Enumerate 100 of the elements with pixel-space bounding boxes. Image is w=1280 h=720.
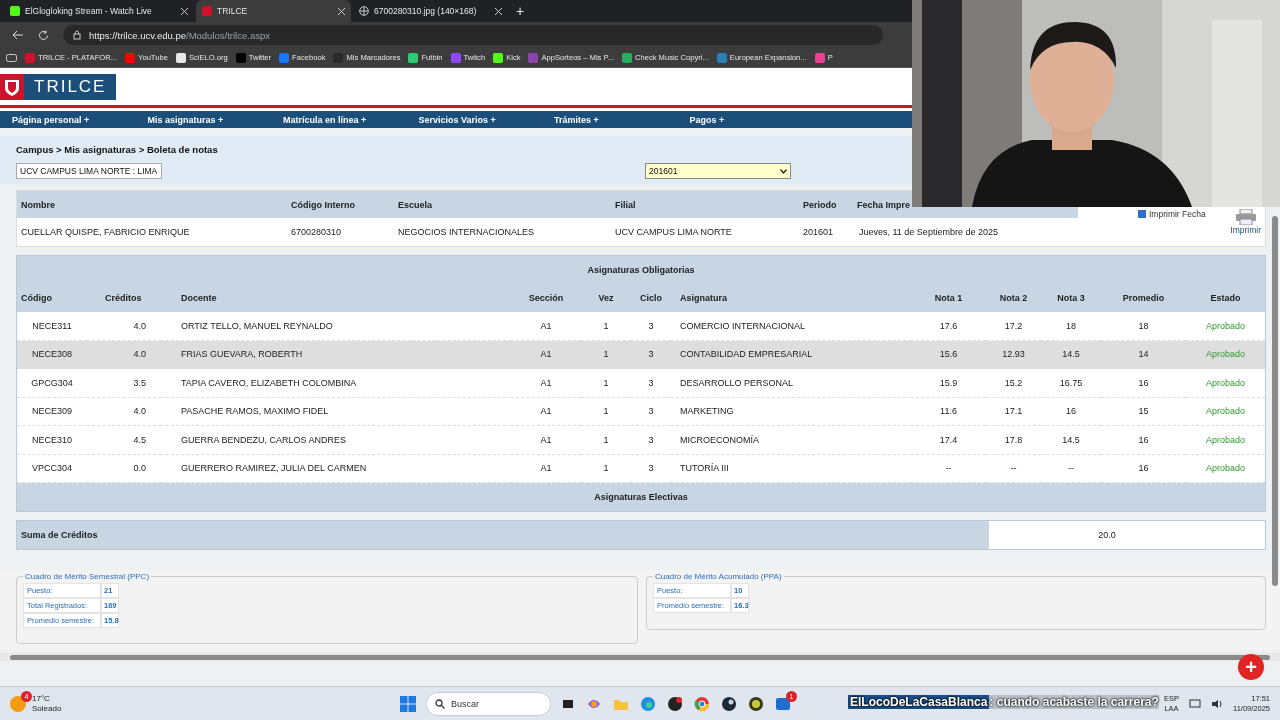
student-info-value: 6700280310 [290,226,343,239]
browser-tab[interactable]: TRILCE [196,0,351,22]
nav-menu-item[interactable]: Mis asignaturas + [147,114,283,125]
print-button[interactable]: Imprimir [1230,209,1261,235]
panel-legend: Cuadro de Mérito Acumulado (PPA) [653,572,784,581]
nav-menu-item[interactable]: Matrícula en línea + [283,114,419,125]
nav-menu-item[interactable]: Servicios Varios + [418,114,554,125]
column-header: Nota 3 [1056,292,1086,305]
credits-total-label: Suma de Créditos [17,521,989,549]
column-header: Vez [597,292,615,305]
attempt: 1 [581,369,631,398]
grade: -- [1041,454,1101,483]
app-icon[interactable] [667,695,683,712]
cycle: 3 [631,369,671,398]
column-header: Periodo [799,191,855,218]
new-tab-button[interactable]: + [510,0,540,22]
grade: 14.5 [1041,340,1101,369]
nav-menu-item[interactable]: Trámites + [554,114,690,125]
temperature: 17°C [32,693,51,704]
nav-menu-item[interactable]: Pagos + [689,114,825,125]
credits: 4.0 [87,312,161,341]
back-icon[interactable] [12,30,24,40]
section: A1 [511,426,581,455]
period-select[interactable]: 201601 [645,163,791,179]
checkbox[interactable] [1138,210,1146,218]
attempt: 1 [581,312,631,341]
network-icon[interactable] [1189,698,1201,709]
student-info-value: CUELLAR QUISPE, FABRICIO ENRIQUE [20,226,191,239]
grade: 12.93 [986,340,1041,369]
scrollbar-thumb[interactable] [10,654,1270,660]
search-field[interactable]: Buscar [426,691,551,716]
reload-icon[interactable] [38,29,49,41]
course-name: DESARROLLO PERSONAL [671,369,911,398]
grade: 15.6 [911,340,986,369]
print-date-checkbox[interactable]: Imprimir Fecha [1138,209,1206,219]
credits: 4.0 [87,397,161,426]
average: 18 [1101,312,1186,341]
search-icon [435,698,445,709]
credits-total-value: 20.0 [989,521,1265,549]
credits: 4.5 [87,426,161,455]
section: A1 [511,454,581,483]
app-icon[interactable] [748,695,764,712]
close-icon[interactable] [338,7,345,15]
cycle: 3 [631,454,671,483]
section-title: Asignaturas Obligatorias [586,264,696,277]
weather-icon[interactable] [10,695,26,712]
grade: 18 [1041,312,1101,341]
grade: 16.75 [1041,369,1101,398]
grade: 17.6 [911,312,986,341]
student-info-value: 201601 [802,226,835,239]
sidebar-icon[interactable] [6,53,17,62]
course-name: MARKETING [671,397,911,426]
campus-select[interactable]: UCV CAMPUS LIMA NORTE : LIMA [16,163,162,179]
browser-tab[interactable]: ElGlogloking Stream - Watch Live [4,0,194,22]
chrome-icon[interactable] [694,695,710,712]
section: A1 [511,312,581,341]
column-header: Nota 1 [933,292,964,305]
section: A1 [511,369,581,398]
average: 16 [1101,454,1186,483]
cycle: 3 [631,426,671,455]
teacher-name: GUERRA BENDEZU, CARLOS ANDRES [161,426,511,455]
column-header: Código [20,292,53,305]
steam-icon[interactable] [721,695,737,712]
column-header: Docente [180,292,218,305]
windows-start-icon[interactable] [400,695,416,712]
average: 16 [1101,426,1186,455]
grade: 11.6 [911,397,986,426]
status-label: Aprobado [1186,312,1265,341]
chevron-down-icon[interactable] [780,168,787,174]
column-header: Ciclo [639,292,663,305]
volume-icon[interactable] [1211,698,1223,709]
grade: 17.1 [986,397,1041,426]
column-header: Nota 2 [998,292,1029,305]
nav-menu-item[interactable]: Página personal + [12,114,148,125]
course-code: NECE311 [17,312,87,341]
grade: 17.2 [986,312,1041,341]
column-header: Sección [527,292,565,305]
course-code: NECE310 [17,426,87,455]
teacher-name: FRIAS GUEVARA, ROBERTH [161,340,511,369]
close-icon[interactable] [495,7,502,15]
grade: 17.8 [986,426,1041,455]
column-header: Estado [1209,292,1242,305]
status-label: Aprobado [1186,397,1265,426]
course-code: VPCC304 [17,454,87,483]
browser-tab[interactable]: 6700280310.jpg (140×168) [353,0,508,22]
attempt: 1 [581,340,631,369]
teacher-name: ORTIZ TELLO, MANUEL REYNALDO [161,312,511,341]
status-label: Aprobado [1186,340,1265,369]
scrollbar-thumb[interactable] [1272,216,1278,586]
site-logo[interactable]: TRILCE [24,73,117,100]
student-info-value: Jueves, 11 de Septiembre de 2025 [858,226,999,239]
edge-icon[interactable] [640,695,656,712]
address-bar[interactable]: https://trilce.ucv.edu.pe/Modulos/trilce.aspx [63,25,883,45]
column-header: Nombre [17,191,287,218]
column-header: Filial [611,191,799,218]
column-header: Escuela [394,191,611,218]
close-icon[interactable] [181,7,188,15]
breadcrumb: Campus > Mis asignaturas > Boleta de notas [16,144,219,155]
site-info-icon[interactable] [73,30,81,40]
weather-condition: Soleado [32,703,62,714]
